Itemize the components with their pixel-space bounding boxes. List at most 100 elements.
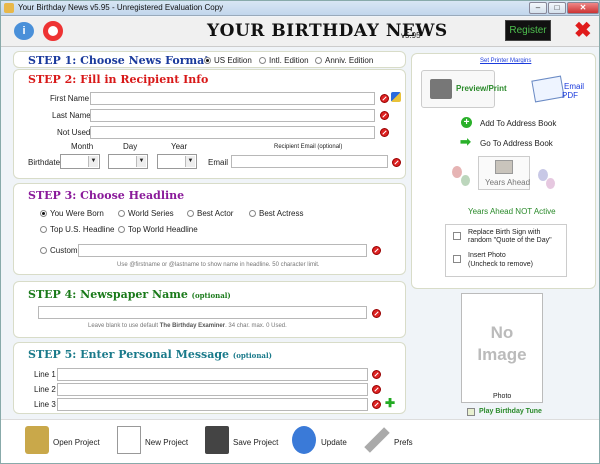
clear-line2-icon[interactable] <box>372 385 381 394</box>
top-us-headline-radio[interactable] <box>40 226 47 233</box>
open-project-label: Open Project <box>53 438 100 447</box>
us-edition-radio[interactable] <box>204 57 211 64</box>
photo-label: Photo <box>493 393 512 400</box>
step5-title-text: STEP 5: Enter Personal Message <box>28 348 230 361</box>
maximize-button[interactable]: □ <box>548 2 566 14</box>
play-birthday-tune-label[interactable]: Play Birthday Tune <box>479 408 542 415</box>
insert-photo-checkbox[interactable] <box>453 255 461 263</box>
exit-x-icon[interactable]: ✖ <box>574 20 592 42</box>
email-input[interactable] <box>231 155 388 168</box>
custom-headline-radio[interactable] <box>40 247 47 254</box>
step4-section: STEP 4: Newspaper Name (optional) Leave … <box>13 281 406 338</box>
new-project-label: New Project <box>145 438 189 447</box>
clear-last-name-icon[interactable] <box>380 111 389 120</box>
new-project-button[interactable]: New Project <box>117 426 197 460</box>
custom-headline-input[interactable] <box>78 244 367 257</box>
support-lifebuoy-icon[interactable] <box>43 21 63 41</box>
minimize-button[interactable]: – <box>529 2 547 14</box>
intl-edition-radio[interactable] <box>259 57 266 64</box>
window-title: Your Birthday News v5.95 - Unregistered … <box>18 3 224 12</box>
best-actor-radio[interactable] <box>187 210 194 217</box>
clear-custom-headline-icon[interactable] <box>372 246 381 255</box>
newspaper-name-hint: Leave blank to use default The Birthday … <box>88 323 287 329</box>
us-edition-label: US Edition <box>214 56 252 65</box>
chevron-down-icon: ▼ <box>136 156 146 167</box>
prefs-button[interactable]: Prefs <box>364 426 425 460</box>
update-label: Update <box>321 438 347 447</box>
world-series-radio[interactable] <box>118 210 125 217</box>
hint-prefix: Leave blank to use default <box>88 323 159 329</box>
replace-birth-sign-checkbox[interactable] <box>453 232 461 240</box>
no-image-text: No Image <box>462 322 542 366</box>
photo-box[interactable]: No Image Photo <box>461 293 543 403</box>
add-address-book-label[interactable]: Add To Address Book <box>480 119 556 128</box>
line3-label: Line 3 <box>34 400 56 409</box>
line1-label: Line 1 <box>34 370 56 379</box>
year-select[interactable]: ▼ <box>157 154 197 169</box>
preview-print-button[interactable]: Preview/Print <box>421 70 507 108</box>
add-line-plus-icon[interactable]: ✚ <box>385 397 395 409</box>
name-swap-icon[interactable] <box>391 92 401 102</box>
go-arrow-icon[interactable]: ➡ <box>460 135 471 148</box>
message-line3-input[interactable] <box>57 398 368 411</box>
close-window-button[interactable]: ✕ <box>567 2 599 14</box>
register-button[interactable]: Register <box>505 20 551 41</box>
you-were-born-label: You Were Born <box>50 209 104 218</box>
app-window: Your Birthday News v5.95 - Unregistered … <box>0 0 600 464</box>
email-label: Email <box>208 158 229 167</box>
anniv-edition-radio[interactable] <box>315 57 322 64</box>
save-project-button[interactable]: Save Project <box>205 426 285 460</box>
best-actress-label: Best Actress <box>259 209 304 218</box>
options-box: Replace Birth Sign with random "Quote of… <box>445 224 567 277</box>
you-were-born-radio[interactable] <box>40 210 47 217</box>
clear-first-name-icon[interactable] <box>380 94 389 103</box>
top-world-headline-radio[interactable] <box>118 226 125 233</box>
step4-optional: (optional) <box>191 291 231 300</box>
insert-photo-label-2: (Uncheck to remove) <box>468 261 533 268</box>
clear-email-icon[interactable] <box>392 158 401 167</box>
step2-title: STEP 2: Fill in Recipient Info <box>28 73 209 86</box>
clear-line3-icon[interactable] <box>372 400 381 409</box>
clear-newspaper-name-icon[interactable] <box>372 309 381 318</box>
headline-hint: Use @firstname or @lastname to show name… <box>117 262 320 268</box>
top-world-headline-label: Top World Headline <box>128 225 198 234</box>
open-folder-icon <box>25 426 49 454</box>
step5-optional: (optional) <box>232 351 272 360</box>
play-tune-checkbox[interactable] <box>467 408 475 416</box>
prefs-label: Prefs <box>394 438 413 447</box>
last-name-input[interactable] <box>90 109 375 122</box>
day-select[interactable]: ▼ <box>108 154 148 169</box>
message-line2-input[interactable] <box>57 383 368 396</box>
update-button[interactable]: Update <box>292 426 362 460</box>
email-label-line1[interactable]: Email <box>564 82 584 91</box>
first-name-label: First Name <box>50 94 90 103</box>
custom-headline-label: Custom <box>50 246 78 255</box>
not-used-input[interactable] <box>90 126 375 139</box>
default-newspaper-name: The Birthday Examiner <box>159 323 226 329</box>
clear-line1-icon[interactable] <box>372 370 381 379</box>
newspaper-name-input[interactable] <box>38 306 367 319</box>
add-address-book-plus-icon[interactable]: + <box>461 117 472 128</box>
go-address-book-label[interactable]: Go To Address Book <box>480 139 553 148</box>
footer-toolbar: Open Project New Project Save Project Up… <box>1 419 599 463</box>
step3-title: STEP 3: Choose Headline <box>28 189 185 202</box>
years-ahead-label: Years Ahead <box>485 178 531 187</box>
last-name-label: Last Name <box>52 111 91 120</box>
clear-not-used-icon[interactable] <box>380 128 389 137</box>
balloon-right-icon <box>546 178 555 189</box>
no-image-line1: No <box>490 323 514 342</box>
email-label-line2[interactable]: PDF <box>562 91 578 100</box>
best-actress-radio[interactable] <box>249 210 256 217</box>
app-icon <box>4 3 14 13</box>
first-name-input[interactable] <box>90 92 375 105</box>
world-series-label: World Series <box>128 209 174 218</box>
email-envelope-icon[interactable] <box>531 75 565 103</box>
message-line1-input[interactable] <box>57 368 368 381</box>
calendar-icon <box>495 160 513 174</box>
set-printer-margins-link[interactable]: Set Printer Margins <box>480 58 531 64</box>
help-bubble-icon[interactable]: i <box>14 22 34 40</box>
month-select[interactable]: ▼ <box>60 154 100 169</box>
open-project-button[interactable]: Open Project <box>25 426 105 460</box>
years-ahead-button[interactable]: Years Ahead <box>478 156 530 190</box>
month-label: Month <box>71 142 94 151</box>
